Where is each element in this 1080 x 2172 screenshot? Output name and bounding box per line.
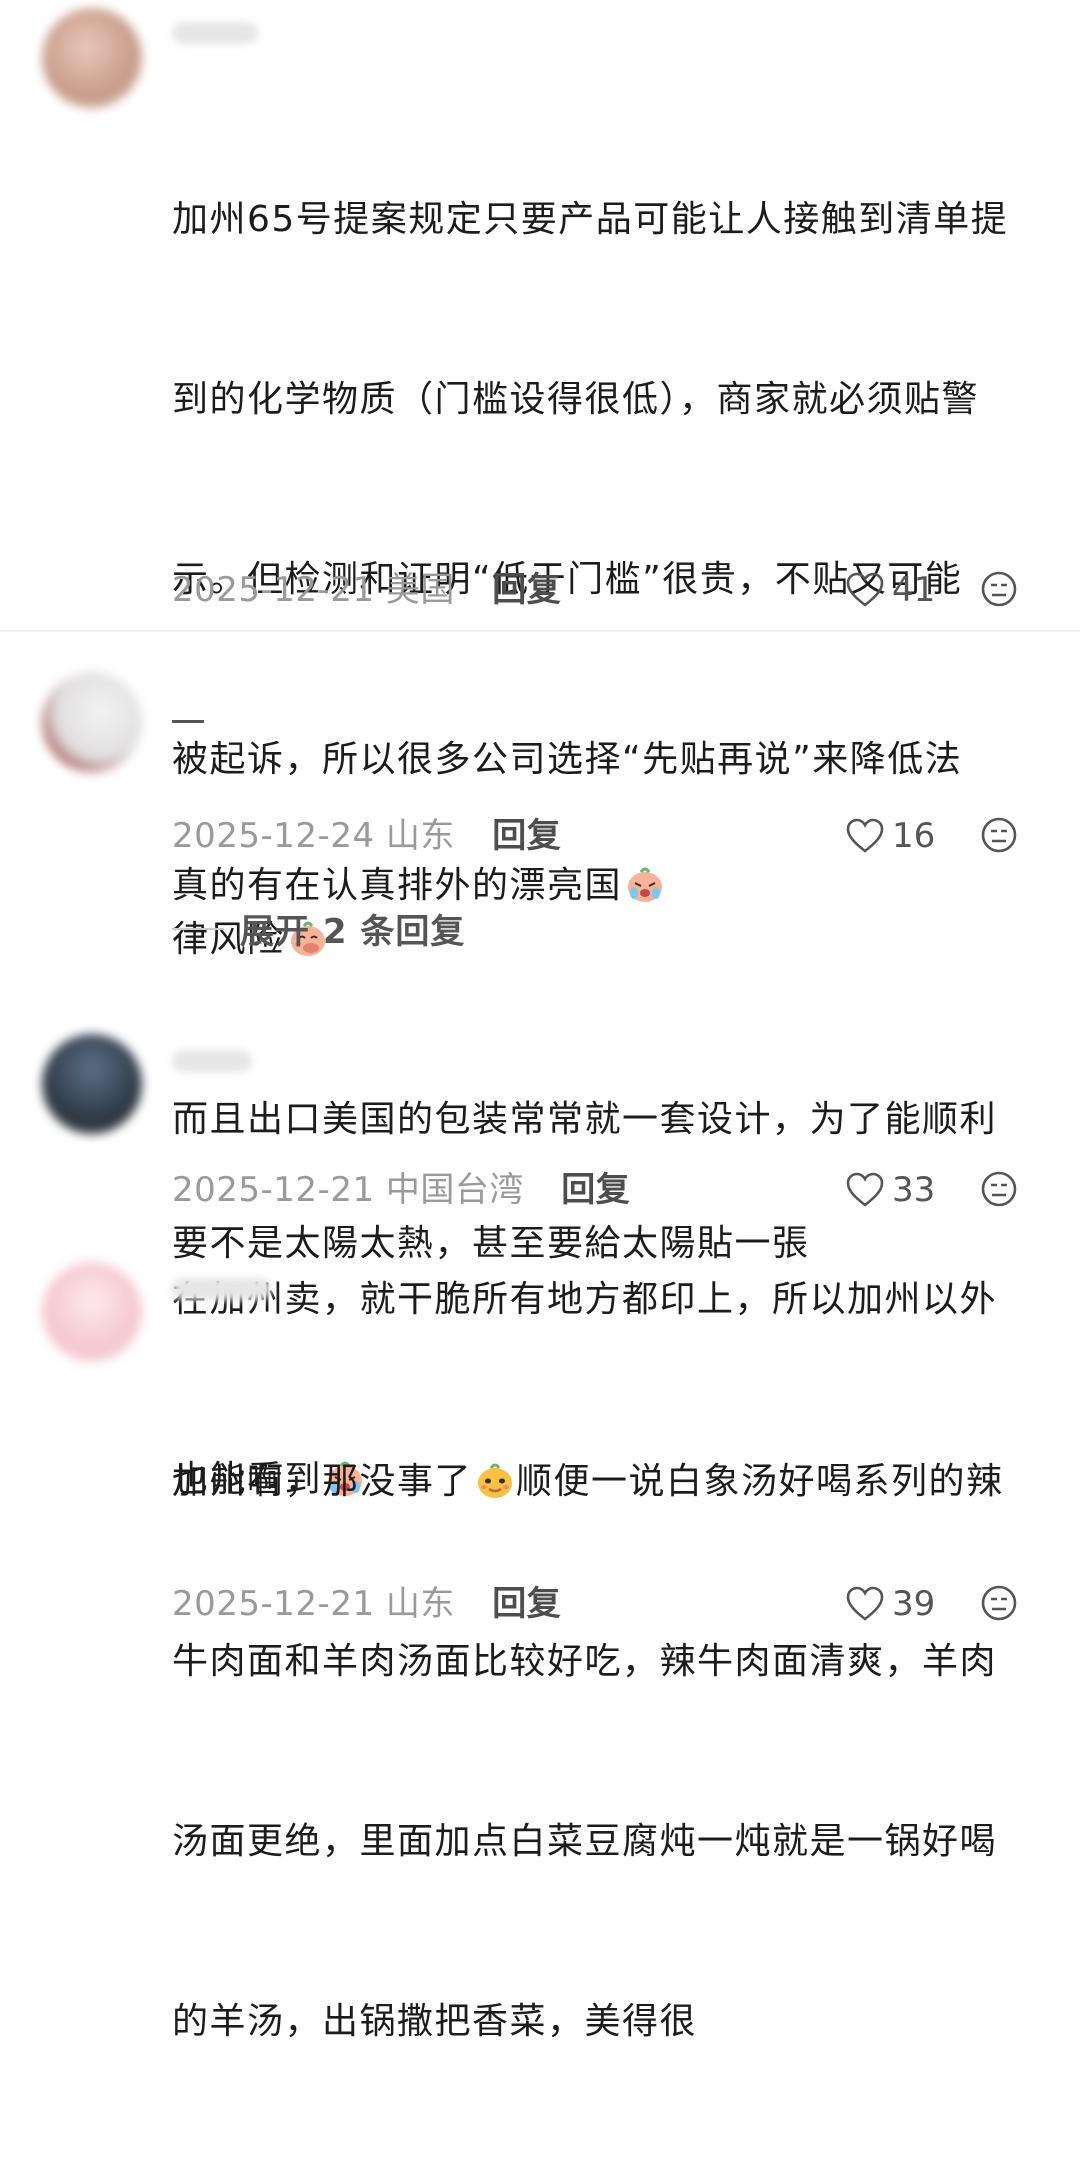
comment-location: 山东	[385, 1584, 455, 1624]
comment-text: 真的有在认真排外的漂亮国	[172, 736, 1042, 1036]
username[interactable]	[172, 1050, 252, 1072]
username[interactable]	[172, 1278, 272, 1300]
comment-meta: 2025-12-24 山东 回复	[172, 816, 561, 856]
dislike-button[interactable]	[980, 1170, 1018, 1212]
meh-face-icon	[981, 1585, 1017, 1621]
like-count: 41	[892, 570, 936, 610]
reply-button[interactable]: 回复	[561, 1170, 630, 1210]
expand-replies-button[interactable]: 展开 2 条回复	[172, 904, 465, 953]
dislike-button[interactable]	[980, 1584, 1018, 1626]
comment-date: 2025-12-21	[172, 570, 375, 610]
comment-line: 的羊汤，出锅撒把香菜，美得很	[172, 2001, 698, 2042]
like-button[interactable]: 41	[846, 570, 935, 610]
comment-line: 加州啊，那没事了 顺便一说白象汤好喝系列的辣	[172, 1452, 1042, 1512]
heart-outline-icon	[846, 1586, 884, 1621]
comment-date: 2025-12-21	[172, 1170, 375, 1210]
comment-date: 2025-12-24	[172, 816, 375, 856]
comment-item: 要不是太陽太熱，甚至要給太陽貼一張 2025-12-21 中国台湾 回复 33	[0, 1020, 1080, 1264]
dislike-button[interactable]	[980, 816, 1018, 858]
like-count: 39	[892, 1584, 936, 1624]
expand-replies-label: 展开 2 条回复	[240, 912, 466, 952]
like-button[interactable]: 33	[846, 1170, 935, 1210]
reply-button[interactable]: 回复	[492, 1584, 561, 1624]
like-button[interactable]: 39	[846, 1584, 935, 1624]
avatar[interactable]	[42, 1034, 142, 1134]
username[interactable]	[172, 22, 258, 44]
heart-outline-icon	[846, 818, 884, 853]
meh-face-icon	[981, 817, 1017, 853]
like-count: 33	[892, 1170, 936, 1210]
crying-emoji	[628, 867, 663, 902]
comment-item: 加州啊，那没事了 顺便一说白象汤好喝系列的辣 牛肉面和羊肉汤面比较好吃，辣牛肉面…	[0, 1248, 1080, 2042]
like-count: 16	[892, 816, 936, 856]
comment-line: 到的化学物质（门槛设得很低），商家就必须贴警	[172, 379, 980, 420]
comment-line: 加州65号提案规定只要产品可能让人接触到清单提	[172, 199, 1009, 240]
smug-face-emoji	[478, 1463, 513, 1498]
comment-line: 牛肉面和羊肉汤面比较好吃，辣牛肉面清爽，羊肉	[172, 1641, 998, 1682]
reply-button[interactable]: 回复	[492, 816, 561, 856]
comment-location: 山东	[385, 816, 455, 856]
meh-face-icon	[981, 1171, 1017, 1207]
comment-location: 中国台湾	[385, 1170, 524, 1210]
comment-meta: 2025-12-21 中国台湾 回复	[172, 1170, 630, 1210]
comment-date: 2025-12-21	[172, 1584, 375, 1624]
heart-outline-icon	[846, 572, 884, 607]
comment-text: 加州啊，那没事了 顺便一说白象汤好喝系列的辣 牛肉面和羊肉汤面比较好吃，辣牛肉面…	[172, 1332, 1042, 2172]
comment-line-text: 顺便一说白象汤好喝系列的辣	[516, 1461, 1004, 1502]
comment-item: 真的有在认真排外的漂亮国 2025-12-24 山东 回复 16 展开 2 条回…	[0, 632, 1080, 962]
comment-line-text: 真的有在认真排外的漂亮国	[172, 865, 623, 906]
dislike-button[interactable]	[980, 570, 1018, 612]
comment-item: 加州65号提案规定只要产品可能让人接触到清单提 到的化学物质（门槛设得很低），商…	[0, 0, 1080, 1500]
comment-line: 汤面更绝，里面加点白菜豆腐炖一炖就是一锅好喝	[172, 1821, 998, 1862]
avatar[interactable]	[42, 672, 142, 772]
heart-outline-icon	[846, 1172, 884, 1207]
reply-button[interactable]: 回复	[492, 570, 561, 610]
avatar[interactable]	[42, 8, 142, 108]
expand-line	[172, 927, 224, 930]
meh-face-icon	[981, 571, 1017, 607]
comment-meta: 2025-12-21 美国 回复	[172, 570, 561, 610]
username[interactable]	[172, 720, 204, 723]
comment-line-text: 加州啊，那没事了	[172, 1461, 473, 1502]
avatar[interactable]	[42, 1262, 142, 1362]
like-button[interactable]: 16	[846, 816, 935, 856]
comment-location: 美国	[385, 570, 455, 610]
comment-meta: 2025-12-21 山东 回复	[172, 1584, 561, 1624]
